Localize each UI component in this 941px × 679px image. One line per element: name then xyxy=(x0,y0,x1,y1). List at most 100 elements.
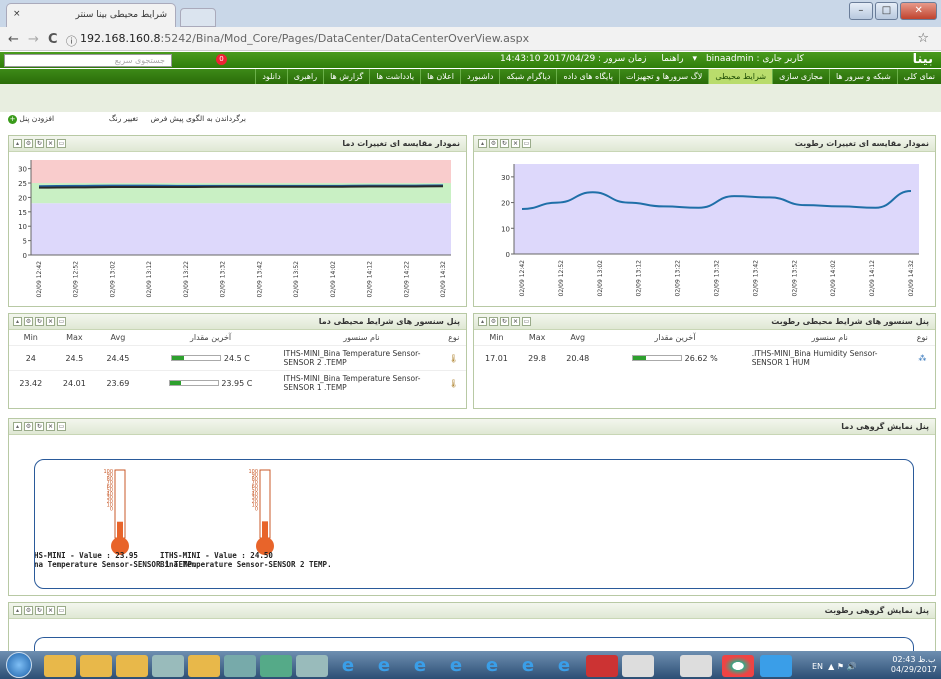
settings-icon[interactable]: ⚙ xyxy=(489,139,498,148)
maximize-button[interactable]: □ xyxy=(874,2,899,20)
scale-label: 0 xyxy=(110,506,113,512)
menu-item-1[interactable]: شبکه و سرور ها xyxy=(828,69,897,84)
taskbar-clock[interactable]: 02:43 ب.ظ 04/29/2017 xyxy=(891,655,937,675)
close-window-button[interactable]: ✕ xyxy=(900,2,938,20)
url-field[interactable]: 192.168.160.8:5242/Bina/Mod_Core/Pages/D… xyxy=(80,30,910,48)
table-row[interactable]: 23.42 24.01 23.69 23.95 C ITHS-MINI_Bina… xyxy=(9,370,466,395)
maximize-icon[interactable]: ▭ xyxy=(522,317,531,326)
collapse-icon[interactable]: ▴ xyxy=(13,422,22,431)
settings-icon[interactable]: ⚙ xyxy=(24,317,33,326)
close-icon[interactable]: × xyxy=(46,139,55,148)
close-icon[interactable]: × xyxy=(46,606,55,615)
ie-icon[interactable]: e xyxy=(404,655,436,677)
bookmark-star-icon[interactable]: ☆ xyxy=(917,31,929,46)
y-tick-label: 0 xyxy=(506,251,510,259)
close-icon[interactable]: × xyxy=(46,422,55,431)
forward-icon[interactable]: → xyxy=(28,32,39,47)
menu-item-2[interactable]: مجازی سازی xyxy=(772,69,829,84)
start-button[interactable] xyxy=(6,652,32,678)
collapse-icon[interactable]: ▴ xyxy=(13,317,22,326)
notification-badge[interactable]: 0 xyxy=(216,54,227,65)
x-tick-label: 02/09 13:22 xyxy=(183,261,190,298)
maximize-icon[interactable]: ▭ xyxy=(57,422,66,431)
menu-item-12[interactable]: دانلود xyxy=(255,69,286,84)
back-icon[interactable]: ← xyxy=(8,32,19,47)
refresh-icon[interactable]: ↻ xyxy=(35,317,44,326)
refresh-icon[interactable]: ↻ xyxy=(35,606,44,615)
add-panel-button[interactable]: + افزودن پنل xyxy=(8,114,54,124)
reload-icon[interactable]: C xyxy=(48,32,58,47)
explorer-icon[interactable] xyxy=(116,655,148,677)
menu-item-0[interactable]: نمای کلی xyxy=(896,69,941,84)
table-row[interactable]: 17.01 29.8 20.48 26.62 % .ITHS-MINI_Bina… xyxy=(474,345,935,370)
collapse-icon[interactable]: ▴ xyxy=(13,606,22,615)
settings-icon[interactable]: ⚙ xyxy=(24,139,33,148)
ie-icon[interactable]: e xyxy=(548,655,580,677)
menu-item-5[interactable]: پایگاه های داده xyxy=(556,69,618,84)
menu-item-9[interactable]: یادداشت ها xyxy=(369,69,420,84)
document-icon[interactable] xyxy=(680,655,712,677)
reset-layout-button[interactable]: برگرداندن به الگوی پیش فرض xyxy=(151,114,247,123)
maximize-icon[interactable]: ▭ xyxy=(57,606,66,615)
menu-item-11[interactable]: راهبری xyxy=(286,69,323,84)
minimize-button[interactable]: – xyxy=(849,2,873,20)
header-info: کاربر جاری : binaadmin ▾ راهنما زمان سرو… xyxy=(500,54,804,64)
thermometer-group-box: 100 90 80 70 60 50 40 30 20 10 0 ITHS-MINI - Value … xyxy=(25,459,914,589)
menu-item-6[interactable]: دیاگرام شبکه xyxy=(499,69,556,84)
current-user[interactable]: کاربر جاری : binaadmin xyxy=(706,54,804,64)
x-tick-label: 02/09 14:32 xyxy=(440,261,447,298)
ie-icon[interactable]: e xyxy=(440,655,472,677)
x-tick-label: 02/09 14:32 xyxy=(908,260,915,297)
app-icon[interactable] xyxy=(152,655,184,677)
info-icon[interactable]: ⓘ xyxy=(66,33,77,49)
app-icon[interactable] xyxy=(224,655,256,677)
close-icon[interactable]: × xyxy=(511,139,520,148)
skype-icon[interactable] xyxy=(760,655,792,677)
close-icon[interactable]: × xyxy=(46,317,55,326)
maximize-icon[interactable]: ▭ xyxy=(522,139,531,148)
explorer-icon[interactable] xyxy=(44,655,76,677)
collapse-icon[interactable]: ▴ xyxy=(13,139,22,148)
document-icon[interactable] xyxy=(622,655,654,677)
collapse-icon[interactable]: ▴ xyxy=(478,139,487,148)
maximize-icon[interactable]: ▭ xyxy=(57,139,66,148)
refresh-icon[interactable]: ↻ xyxy=(500,139,509,148)
plot-area xyxy=(514,164,919,254)
chart-band xyxy=(31,203,451,255)
explorer-icon[interactable] xyxy=(188,655,220,677)
app-icon[interactable] xyxy=(296,655,328,677)
menu-item-3[interactable]: شرایط محیطی xyxy=(708,69,773,84)
new-tab-button[interactable] xyxy=(180,8,216,27)
refresh-icon[interactable]: ↻ xyxy=(35,422,44,431)
refresh-icon[interactable]: ↻ xyxy=(500,317,509,326)
refresh-icon[interactable]: ↻ xyxy=(35,139,44,148)
language-indicator[interactable]: EN xyxy=(812,662,823,671)
change-color-button[interactable]: تغییر رنگ xyxy=(109,114,138,123)
settings-icon[interactable]: ⚙ xyxy=(24,422,33,431)
ie-icon[interactable]: e xyxy=(476,655,508,677)
settings-icon[interactable]: ⚙ xyxy=(24,606,33,615)
x-tick-label: 02/09 13:02 xyxy=(109,261,116,298)
add-icon: + xyxy=(8,114,17,124)
menu-item-10[interactable]: گزارش ها xyxy=(323,69,369,84)
close-icon[interactable]: × xyxy=(511,317,520,326)
menu-item-4[interactable]: لاگ سرورها و تجهیزات xyxy=(618,69,708,84)
maximize-icon[interactable]: ▭ xyxy=(57,317,66,326)
chrome-icon[interactable] xyxy=(722,655,754,677)
ie-icon[interactable]: e xyxy=(512,655,544,677)
settings-icon[interactable]: ⚙ xyxy=(489,317,498,326)
ie-icon[interactable]: e xyxy=(332,655,364,677)
help-link[interactable]: راهنما xyxy=(661,54,683,64)
ie-icon[interactable]: e xyxy=(368,655,400,677)
app-icon[interactable] xyxy=(260,655,292,677)
browser-tab[interactable]: شرایط محیطی بینا سنتر × xyxy=(6,3,176,27)
menu-item-8[interactable]: اعلان ها xyxy=(420,69,460,84)
app-icon[interactable] xyxy=(586,655,618,677)
quick-search-input[interactable]: جستجوی سریع xyxy=(4,54,172,67)
collapse-icon[interactable]: ▴ xyxy=(478,317,487,326)
explorer-icon[interactable] xyxy=(80,655,112,677)
menu-item-7[interactable]: داشبورد xyxy=(460,69,499,84)
table-row[interactable]: 24 24.5 24.45 24.5 C ITHS-MINI_Bina Temp… xyxy=(9,345,466,371)
series-line xyxy=(38,185,444,189)
tab-close-icon[interactable]: × xyxy=(13,9,21,19)
